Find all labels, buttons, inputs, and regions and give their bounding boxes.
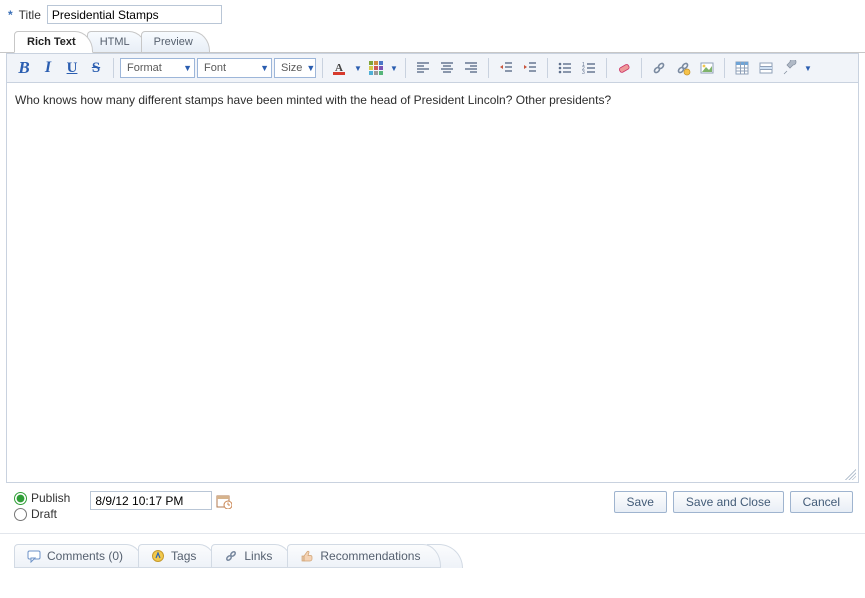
- font-select-label: Font: [204, 62, 226, 74]
- draft-radio[interactable]: [14, 508, 27, 521]
- format-select-label: Format: [127, 62, 162, 74]
- title-input[interactable]: [47, 5, 222, 24]
- tab-links[interactable]: Links: [211, 544, 293, 568]
- separator: [641, 58, 642, 78]
- editor-content[interactable]: Who knows how many different stamps have…: [6, 83, 859, 483]
- action-buttons: Save Save and Close Cancel: [614, 491, 853, 513]
- save-and-close-button[interactable]: Save and Close: [673, 491, 784, 513]
- tab-recommendations-label: Recommendations: [320, 549, 420, 563]
- publish-radio[interactable]: [14, 492, 27, 505]
- tags-icon: [151, 549, 165, 563]
- calendar-icon[interactable]: [216, 493, 232, 509]
- separator: [724, 58, 725, 78]
- align-right-button[interactable]: [460, 58, 482, 78]
- insert-row-button[interactable]: [755, 58, 777, 78]
- cancel-button[interactable]: Cancel: [790, 491, 853, 513]
- chevron-down-icon: ▼: [183, 63, 192, 73]
- tools-dropdown[interactable]: ▼: [803, 58, 813, 78]
- align-left-button[interactable]: [412, 58, 434, 78]
- separator: [606, 58, 607, 78]
- tab-rich-text[interactable]: Rich Text: [14, 31, 93, 53]
- insert-table-button[interactable]: [731, 58, 753, 78]
- size-select-label: Size: [281, 62, 302, 74]
- publish-date-wrap: [90, 491, 232, 510]
- ordered-list-button[interactable]: 123: [578, 58, 600, 78]
- unordered-list-button[interactable]: [554, 58, 576, 78]
- separator: [405, 58, 406, 78]
- bold-button[interactable]: B: [13, 58, 35, 78]
- publish-radio-row[interactable]: Publish: [14, 491, 70, 505]
- font-select[interactable]: Font ▼: [197, 58, 272, 78]
- chevron-down-icon: ▼: [260, 63, 269, 73]
- title-row: * Title: [0, 0, 865, 29]
- editor-toolbar: B I U S Format ▼ Font ▼ Size ▼ A ▼ ▼ 123: [6, 53, 859, 83]
- size-select[interactable]: Size ▼: [274, 58, 316, 78]
- required-indicator: *: [8, 8, 13, 22]
- bottom-tabs: Comments (0) Tags Links Recommendations: [0, 533, 865, 568]
- align-center-button[interactable]: [436, 58, 458, 78]
- publish-date-input[interactable]: [90, 491, 212, 510]
- editor-text: Who knows how many different stamps have…: [15, 93, 611, 107]
- insert-doclink-button[interactable]: [672, 58, 694, 78]
- publish-label: Publish: [31, 491, 70, 505]
- insert-link-button[interactable]: [648, 58, 670, 78]
- thumbs-up-icon: [300, 549, 314, 563]
- text-color-dropdown[interactable]: ▼: [353, 58, 363, 78]
- indent-button[interactable]: [519, 58, 541, 78]
- separator: [113, 58, 114, 78]
- separator: [547, 58, 548, 78]
- separator: [322, 58, 323, 78]
- text-color-button[interactable]: A: [329, 58, 351, 78]
- bg-color-dropdown[interactable]: ▼: [389, 58, 399, 78]
- tools-button[interactable]: [779, 58, 801, 78]
- draft-radio-row[interactable]: Draft: [14, 507, 70, 521]
- comment-icon: [27, 549, 41, 563]
- tab-comments-label: Comments (0): [47, 549, 123, 563]
- bg-color-button[interactable]: [365, 58, 387, 78]
- italic-button[interactable]: I: [37, 58, 59, 78]
- link-icon: [224, 549, 238, 563]
- tab-tags[interactable]: Tags: [138, 544, 217, 568]
- format-select[interactable]: Format ▼: [120, 58, 195, 78]
- insert-image-button[interactable]: [696, 58, 718, 78]
- outdent-button[interactable]: [495, 58, 517, 78]
- separator: [488, 58, 489, 78]
- tab-comments[interactable]: Comments (0): [14, 544, 144, 568]
- svg-text:3: 3: [582, 70, 585, 76]
- tab-links-label: Links: [244, 549, 272, 563]
- strikethrough-button[interactable]: S: [85, 58, 107, 78]
- publish-options: Publish Draft: [14, 491, 70, 521]
- save-button[interactable]: Save: [614, 491, 667, 513]
- tab-preview[interactable]: Preview: [141, 31, 210, 52]
- footer-row: Publish Draft Save Save and Close Cancel: [0, 483, 865, 525]
- chevron-down-icon: ▼: [306, 63, 315, 73]
- draft-label: Draft: [31, 507, 57, 521]
- resize-grip[interactable]: [842, 466, 856, 480]
- editor-tabs: Rich Text HTML Preview: [0, 29, 865, 53]
- tab-recommendations[interactable]: Recommendations: [287, 544, 441, 568]
- tab-html[interactable]: HTML: [87, 31, 147, 52]
- remove-format-button[interactable]: [613, 58, 635, 78]
- underline-button[interactable]: U: [61, 58, 83, 78]
- title-label: Title: [19, 8, 41, 22]
- tab-tags-label: Tags: [171, 549, 196, 563]
